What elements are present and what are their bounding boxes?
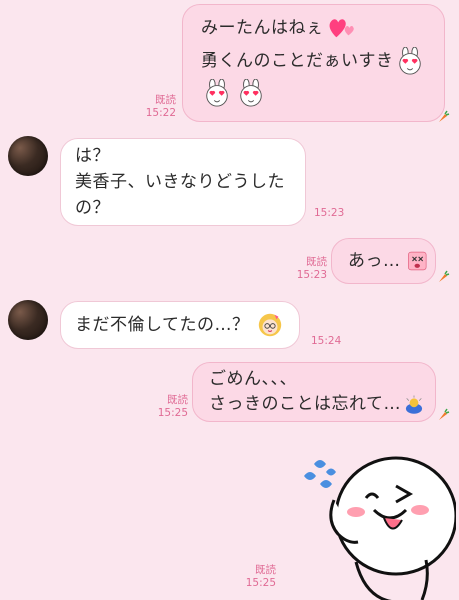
message-line: 勇くんのことだぁいすき <box>201 47 434 75</box>
winking-moon-sticker-icon[interactable] <box>296 440 456 600</box>
read-receipt: 既読 15:25 <box>240 564 276 590</box>
message-line: さっきのことは忘れて… <box>209 392 429 417</box>
read-receipt: 既読 15:22 <box>140 94 176 120</box>
message-text: みーたんはねぇ <box>201 18 324 38</box>
message-text: あっ… <box>348 251 401 271</box>
message-bubble[interactable]: みーたんはねぇ 勇くんのことだぁいすき <box>182 4 445 122</box>
message-bubble[interactable]: は？ 美香子、いきなりどうした の？ <box>60 138 306 226</box>
avatar[interactable] <box>8 300 48 340</box>
message-text: 美香子、いきなりどうした <box>75 172 285 192</box>
message-line: あっ… <box>348 247 427 275</box>
message-bubble[interactable]: あっ… <box>331 238 436 284</box>
timestamp: 15:25 <box>157 407 188 419</box>
message-bubble[interactable]: まだ不倫してたの…？ <box>60 301 300 349</box>
avatar[interactable] <box>8 136 48 176</box>
heart-eyes-bunny-icon <box>240 79 262 107</box>
pink-hearts-icon <box>329 19 354 38</box>
read-label: 既読 <box>255 564 276 576</box>
timestamp: 15:23 <box>296 269 327 281</box>
message-text: 勇くんのことだぁいすき <box>201 51 394 71</box>
read-label: 既読 <box>155 94 176 106</box>
message-text: ごめん、、、 <box>209 369 297 389</box>
timestamp: 15:23 <box>314 207 345 219</box>
message-text: さっきのことは忘れて… <box>209 394 401 414</box>
read-label: 既読 <box>167 394 188 406</box>
message-line: まだ不倫してたの…？ <box>75 311 291 339</box>
carrot-icon <box>439 408 450 420</box>
message-text: まだ不倫してたの…？ <box>75 315 250 335</box>
bowing-person-icon <box>405 394 423 414</box>
read-receipt: 既読 15:25 <box>152 394 188 420</box>
read-label: 既読 <box>306 256 327 268</box>
shocked-face-icon <box>407 251 426 271</box>
carrot-icon <box>439 110 450 122</box>
message-text: の？ <box>75 198 110 218</box>
heart-eyes-bunny-icon <box>398 47 421 75</box>
message-text: は？ <box>75 146 110 166</box>
heart-eyes-bunny-icon <box>206 79 228 107</box>
timestamp: 15:25 <box>245 577 276 589</box>
timestamp: 15:22 <box>145 107 176 119</box>
blonde-girl-icon <box>258 313 281 337</box>
timestamp: 15:24 <box>311 335 342 347</box>
message-line: みーたんはねぇ <box>201 15 434 41</box>
emoji-row <box>201 79 434 107</box>
carrot-icon <box>439 270 450 282</box>
message-bubble[interactable]: ごめん、、、 さっきのことは忘れて… <box>192 362 436 422</box>
read-receipt: 既読 15:23 <box>291 256 327 282</box>
